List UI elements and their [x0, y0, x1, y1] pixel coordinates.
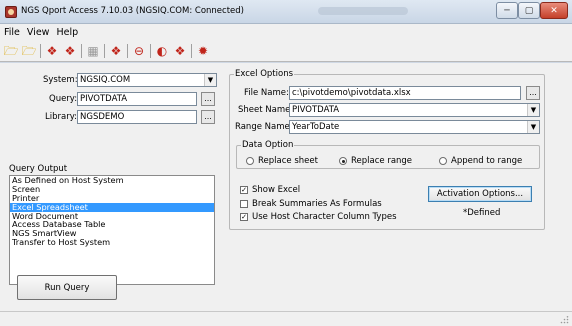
activation-options-label: Activation Options... [436, 189, 524, 199]
toolbar-separator [104, 44, 105, 58]
list-item[interactable]: Transfer to Host System [10, 238, 214, 247]
library-label: Library: [45, 112, 77, 122]
replace-sheet-label: Replace sheet [258, 156, 318, 166]
toolbar: 🗁 🗁 ❖ ❖ ▦ ❖ ⊖ ◐ ❖ ✹ [0, 40, 572, 62]
radio-button-selected [339, 157, 347, 165]
resize-grip-icon[interactable] [560, 316, 569, 324]
replace-range-label: Replace range [351, 156, 413, 166]
open-folder-icon[interactable]: 🗁 [22, 44, 37, 58]
menu-file[interactable]: File [4, 27, 20, 38]
check-icon: ✓ [240, 186, 248, 194]
app-icon [5, 6, 17, 18]
system-value: NGSIQ.COM [80, 75, 131, 85]
file-name-value: c:\pivotdemo\pivotdata.xlsx [292, 88, 411, 98]
toolbar-separator [191, 44, 192, 58]
status-bar [0, 311, 572, 326]
maximize-button[interactable]: ▢ [518, 2, 540, 19]
sheet-name-label: Sheet Name: [238, 105, 294, 115]
system-label: System: [43, 75, 78, 85]
menu-bar: File View Help [0, 24, 572, 40]
sheet-name-dropdown[interactable]: PIVOTDATA ▼ [289, 103, 540, 117]
grid-icon[interactable]: ▦ [86, 44, 100, 58]
toolbar-separator [150, 44, 151, 58]
break-summaries-checkbox[interactable]: Break Summaries As Formulas [240, 199, 382, 209]
menu-help[interactable]: Help [56, 27, 78, 38]
break-summaries-label: Break Summaries As Formulas [252, 199, 382, 209]
query-field[interactable]: PIVOTDATA [77, 92, 197, 106]
append-to-range-label: Append to range [451, 156, 523, 166]
check-icon: ✓ [240, 213, 248, 221]
list-item[interactable]: As Defined on Host System [10, 176, 214, 185]
list-item[interactable]: Screen [10, 184, 214, 194]
query-output-label: Query Output [9, 164, 68, 174]
red-action-icon[interactable]: ❖ [63, 44, 77, 58]
file-browse-button[interactable]: ... [526, 86, 540, 100]
replace-sheet-radio[interactable]: Replace sheet [246, 156, 318, 166]
sheet-name-value: PIVOTDATA [292, 105, 340, 115]
query-label: Query: [49, 94, 78, 104]
library-browse-button[interactable]: ... [201, 110, 215, 124]
toolbar-separator [127, 44, 128, 58]
maximize-icon: ▢ [524, 5, 534, 16]
library-value: NGSDEMO [80, 112, 125, 122]
defined-note: *Defined [463, 208, 501, 218]
append-to-range-radio[interactable]: Append to range [439, 156, 522, 166]
file-name-field[interactable]: c:\pivotdemo\pivotdata.xlsx [289, 86, 521, 100]
radio-button [439, 157, 447, 165]
red-action-icon[interactable]: ❖ [173, 44, 187, 58]
activation-options-button[interactable]: Activation Options... [428, 186, 532, 202]
chevron-down-icon[interactable]: ▼ [204, 74, 216, 86]
file-name-label: File Name: [244, 88, 289, 98]
run-query-label: Run Query [44, 282, 90, 293]
library-field[interactable]: NGSDEMO [77, 110, 197, 124]
checkbox-empty [240, 200, 248, 208]
minimize-button[interactable]: ─ [496, 2, 518, 19]
menu-view[interactable]: View [27, 27, 50, 38]
range-name-label: Range Name: [235, 122, 293, 132]
window-title: NGS Qport Access 7.10.03 (NGSIQ.COM: Con… [21, 6, 244, 16]
blurred-background-text [318, 7, 408, 15]
radio-button [246, 157, 254, 165]
red-action-icon[interactable]: ❖ [45, 44, 59, 58]
toolbar-separator [81, 44, 82, 58]
chevron-down-icon[interactable]: ▼ [527, 104, 539, 116]
run-query-button[interactable]: Run Query [17, 275, 117, 300]
data-option-title: Data Option [241, 140, 295, 150]
open-folder-icon[interactable]: 🗁 [4, 44, 19, 58]
minimize-icon: ─ [504, 5, 510, 16]
show-excel-checkbox[interactable]: ✓ Show Excel [240, 185, 300, 195]
chevron-down-icon[interactable]: ▼ [527, 121, 539, 133]
query-output-list[interactable]: As Defined on Host System Screen Printer… [9, 175, 215, 285]
half-circle-icon[interactable]: ◐ [155, 44, 169, 58]
red-action-icon[interactable]: ❖ [109, 44, 123, 58]
toolbar-separator [40, 44, 41, 58]
use-host-types-label: Use Host Character Column Types [252, 212, 397, 222]
range-name-dropdown[interactable]: YearToDate ▼ [289, 120, 540, 134]
close-icon: ✕ [550, 5, 558, 16]
system-dropdown[interactable]: NGSIQ.COM ▼ [77, 73, 217, 87]
replace-range-radio[interactable]: Replace range [339, 156, 412, 166]
excel-options-title: Excel Options [234, 69, 295, 79]
use-host-types-checkbox[interactable]: ✓ Use Host Character Column Types [240, 212, 397, 222]
close-button[interactable]: ✕ [540, 2, 568, 19]
show-excel-label: Show Excel [252, 185, 301, 195]
range-name-value: YearToDate [292, 122, 340, 132]
red-star-icon[interactable]: ✹ [196, 44, 210, 58]
red-minus-icon[interactable]: ⊖ [132, 44, 146, 58]
query-value: PIVOTDATA [80, 94, 128, 104]
query-browse-button[interactable]: ... [201, 92, 215, 106]
title-bar[interactable]: NGS Qport Access 7.10.03 (NGSIQ.COM: Con… [0, 0, 572, 24]
